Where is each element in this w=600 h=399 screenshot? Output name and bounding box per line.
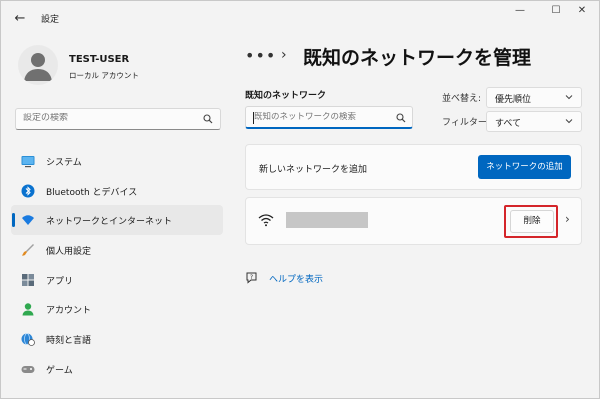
sidebar-item-label: システム — [46, 158, 82, 168]
sidebar-item-accounts[interactable]: アカウント — [11, 294, 223, 324]
svg-text:?: ? — [250, 274, 253, 281]
title-bar: ← 設定 — ☐ ✕ — [1, 1, 599, 37]
sidebar-item-label: Bluetooth とデバイス — [46, 187, 138, 198]
chevron-right-icon[interactable]: › — [565, 212, 570, 226]
app-title: 設定 — [41, 15, 60, 25]
search-icon[interactable] — [203, 114, 213, 124]
known-networks-label: 既知のネットワーク — [245, 91, 327, 101]
sidebar-item-time-language[interactable]: 時刻と言語 — [11, 324, 223, 354]
network-search-input[interactable] — [254, 112, 394, 122]
add-network-label: 新しいネットワークを追加 — [259, 165, 368, 175]
sidebar-item-label: ゲーム — [46, 365, 73, 376]
user-name: TEST-USER — [69, 54, 130, 65]
sidebar-item-label: アプリ — [46, 276, 74, 287]
sidebar-item-label: アカウント — [46, 306, 92, 317]
breadcrumb-more-button[interactable]: ••• — [245, 46, 276, 65]
chevron-down-icon — [565, 95, 573, 100]
sidebar-item-label: 時刻と言語 — [46, 336, 92, 347]
sidebar-nav: システム Bluetooth とデバイス ネットワークとインターネット 個人用設… — [11, 146, 223, 384]
network-row[interactable]: 削除 › — [245, 197, 582, 245]
system-icon — [21, 153, 35, 168]
sort-dropdown[interactable]: 優先順位 — [486, 87, 582, 108]
sort-value: 優先順位 — [495, 95, 532, 105]
help-icon: ? — [246, 272, 257, 284]
sidebar-item-network[interactable]: ネットワークとインターネット — [11, 205, 223, 236]
sidebar-item-system[interactable]: システム — [11, 146, 223, 176]
sort-label: 並べ替え: — [442, 94, 482, 104]
settings-window: ← 設定 — ☐ ✕ TEST-USER ローカル アカウント システム — [0, 0, 600, 399]
chevron-down-icon — [565, 119, 573, 124]
minimize-button[interactable]: — — [505, 4, 535, 18]
sidebar-item-gaming[interactable]: ゲーム — [11, 354, 223, 384]
network-name-redacted — [286, 212, 368, 228]
globe-clock-icon — [21, 331, 35, 347]
close-button[interactable]: ✕ — [567, 4, 597, 18]
settings-search-input[interactable] — [23, 113, 193, 123]
back-button[interactable]: ← — [9, 9, 31, 29]
add-network-card: 新しいネットワークを追加 ネットワークの追加 — [245, 144, 582, 190]
delete-button[interactable]: 削除 — [510, 210, 554, 233]
account-type: ローカル アカウント — [69, 71, 139, 80]
sidebar-item-apps[interactable]: アプリ — [11, 265, 223, 295]
page-title: 既知のネットワークを管理 — [303, 47, 532, 69]
active-indicator — [12, 213, 15, 228]
help-link[interactable]: ヘルプを表示 — [269, 272, 323, 285]
avatar[interactable] — [18, 45, 58, 85]
chevron-right-icon: › — [281, 47, 287, 63]
wifi-icon — [258, 214, 274, 227]
filter-value: すべて — [495, 119, 522, 129]
settings-search[interactable] — [15, 108, 221, 130]
wifi-icon — [21, 212, 35, 226]
filter-label: フィルター: — [442, 118, 490, 128]
account-icon — [21, 301, 35, 316]
user-icon — [24, 53, 52, 81]
sidebar-item-label: ネットワークとインターネット — [46, 217, 173, 228]
network-search[interactable] — [245, 106, 413, 129]
sidebar-item-label: 個人用設定 — [46, 247, 92, 258]
filter-dropdown[interactable]: すべて — [486, 111, 582, 132]
sidebar-item-bluetooth[interactable]: Bluetooth とデバイス — [11, 176, 223, 206]
brush-icon — [21, 242, 35, 256]
search-icon[interactable] — [396, 113, 406, 123]
sidebar-item-personalization[interactable]: 個人用設定 — [11, 235, 223, 265]
gamepad-icon — [21, 361, 35, 375]
add-network-button[interactable]: ネットワークの追加 — [478, 155, 571, 179]
bluetooth-icon — [21, 183, 35, 198]
apps-icon — [21, 272, 35, 286]
